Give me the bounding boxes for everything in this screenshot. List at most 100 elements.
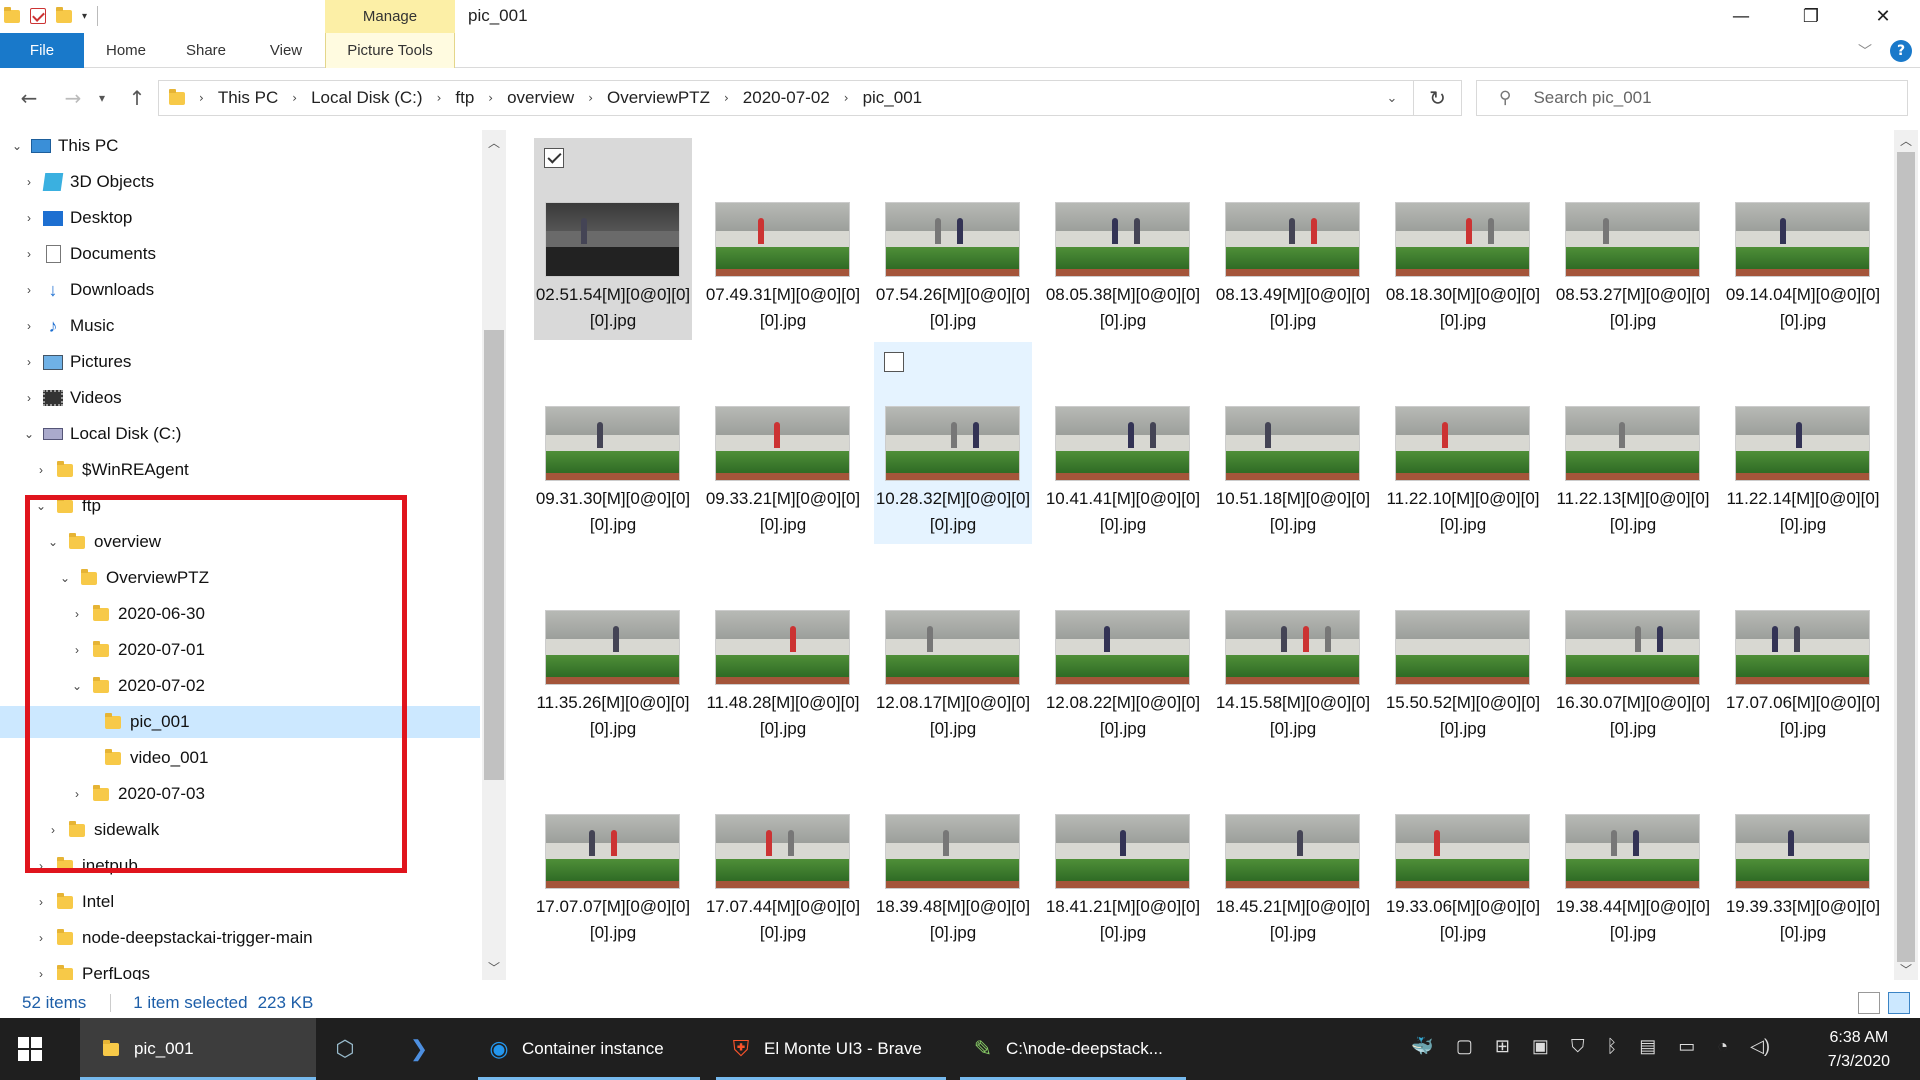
- collapsed-chevron-icon[interactable]: ›: [20, 211, 38, 225]
- new-folder-icon[interactable]: [56, 6, 72, 23]
- collapsed-chevron-icon[interactable]: ›: [20, 391, 38, 405]
- taskbar-item-powershell[interactable]: ❯: [404, 1018, 448, 1080]
- file-tile[interactable]: 11.22.13[M][0@0][0][0].jpg: [1554, 342, 1712, 544]
- tree-item[interactable]: › node-deepstackai-trigger-main: [0, 922, 480, 954]
- file-tile[interactable]: 08.13.49[M][0@0][0][0].jpg: [1214, 138, 1372, 340]
- expanded-chevron-icon[interactable]: ⌄: [20, 427, 38, 441]
- breadcrumb-chevron-icon[interactable]: ›: [724, 91, 729, 105]
- file-tile[interactable]: 10.41.41[M][0@0][0][0].jpg: [1044, 342, 1202, 544]
- file-tile[interactable]: 19.33.06[M][0@0][0][0].jpg: [1384, 750, 1542, 952]
- select-checkbox[interactable]: [544, 148, 564, 168]
- breadcrumb-chevron-icon[interactable]: ›: [844, 91, 849, 105]
- refresh-button[interactable]: ↻: [1414, 80, 1462, 116]
- collapsed-chevron-icon[interactable]: ›: [32, 463, 50, 477]
- breadcrumb-date[interactable]: 2020-07-02: [743, 88, 830, 108]
- breadcrumb-local-disk[interactable]: Local Disk (C:): [311, 88, 422, 108]
- minimize-button[interactable]: —: [1706, 0, 1776, 33]
- volume-icon[interactable]: ◁): [1750, 1036, 1770, 1057]
- maximize-button[interactable]: ❐: [1776, 0, 1846, 33]
- forward-button[interactable]: →: [58, 83, 88, 113]
- scroll-up-arrow-icon[interactable]: ︿: [482, 134, 506, 151]
- window-tray-icon[interactable]: ▢: [1456, 1036, 1473, 1057]
- file-tile[interactable]: 11.22.14[M][0@0][0][0].jpg: [1724, 342, 1882, 544]
- tab-view[interactable]: View: [256, 33, 316, 68]
- file-tile[interactable]: 16.30.07[M][0@0][0][0].jpg: [1554, 546, 1712, 748]
- breadcrumb-chevron-icon[interactable]: ›: [437, 91, 442, 105]
- tree-item[interactable]: › Documents: [0, 238, 480, 270]
- file-tile[interactable]: 19.39.33[M][0@0][0][0].jpg: [1724, 750, 1882, 952]
- file-tile[interactable]: 07.54.26[M][0@0][0][0].jpg: [874, 138, 1032, 340]
- collapsed-chevron-icon[interactable]: ›: [20, 355, 38, 369]
- tree-item[interactable]: › ↓ Downloads: [0, 274, 480, 306]
- collapsed-chevron-icon[interactable]: ›: [20, 319, 38, 333]
- address-bar[interactable]: › This PC › Local Disk (C:) › ftp › over…: [158, 80, 1414, 116]
- taskbar-item-virtualbox[interactable]: ⬡: [330, 1018, 374, 1080]
- file-tile[interactable]: 07.49.31[M][0@0][0][0].jpg: [704, 138, 862, 340]
- tree-item[interactable]: › Videos: [0, 382, 480, 414]
- tree-item[interactable]: › Intel: [0, 886, 480, 918]
- details-view-icon[interactable]: [1858, 992, 1880, 1014]
- security-icon[interactable]: ⛉: [1571, 1036, 1585, 1057]
- breadcrumb-chevron-icon[interactable]: ›: [199, 91, 204, 105]
- breadcrumb-overview[interactable]: overview: [507, 88, 574, 108]
- taskbar-item-brave[interactable]: ⛨ El Monte UI3 - Brave: [716, 1018, 946, 1080]
- bluetooth-icon[interactable]: ᛒ: [1606, 1036, 1617, 1057]
- file-tile[interactable]: 17.07.44[M][0@0][0][0].jpg: [704, 750, 862, 952]
- file-tile[interactable]: 17.07.06[M][0@0][0][0].jpg: [1724, 546, 1882, 748]
- breadcrumb-pic-001[interactable]: pic_001: [863, 88, 923, 108]
- start-button[interactable]: [18, 1018, 58, 1080]
- monitor-icon[interactable]: ▣: [1532, 1036, 1549, 1057]
- breadcrumb-ftp[interactable]: ftp: [455, 88, 474, 108]
- tab-share[interactable]: Share: [176, 33, 236, 68]
- breadcrumb-chevron-icon[interactable]: ›: [488, 91, 493, 105]
- back-button[interactable]: ←: [14, 83, 44, 113]
- select-checkbox[interactable]: [884, 352, 904, 372]
- file-tile[interactable]: 08.53.27[M][0@0][0][0].jpg: [1554, 138, 1712, 340]
- clock[interactable]: 6:38 AM 7/3/2020: [1828, 1026, 1890, 1074]
- collapsed-chevron-icon[interactable]: ›: [32, 931, 50, 945]
- tree-item[interactable]: › ♪ Music: [0, 310, 480, 342]
- help-icon[interactable]: ?: [1890, 40, 1912, 62]
- scroll-up-arrow-icon[interactable]: ︿: [1894, 132, 1918, 149]
- close-button[interactable]: ✕: [1848, 0, 1918, 33]
- manage-context-tab[interactable]: Manage: [325, 0, 455, 33]
- expand-ribbon-chevron-icon[interactable]: ﹀: [1858, 41, 1872, 61]
- collapsed-chevron-icon[interactable]: ›: [20, 247, 38, 261]
- collapsed-chevron-icon[interactable]: ›: [20, 175, 38, 189]
- file-tile[interactable]: 02.51.54[M][0@0][0][0].jpg: [534, 138, 692, 340]
- tree-item[interactable]: › $WinREAgent: [0, 454, 480, 486]
- display-icon[interactable]: ▤: [1639, 1036, 1656, 1057]
- file-tile[interactable]: 15.50.52[M][0@0][0][0].jpg: [1384, 546, 1542, 748]
- tree-item[interactable]: › PerfLogs: [0, 958, 480, 980]
- file-tile[interactable]: 12.08.22[M][0@0][0][0].jpg: [1044, 546, 1202, 748]
- scrollbar-thumb[interactable]: [484, 330, 504, 780]
- large-icons-view-icon[interactable]: [1888, 992, 1910, 1014]
- scroll-down-arrow-icon[interactable]: ﹀: [1894, 961, 1918, 978]
- collapsed-chevron-icon[interactable]: ›: [20, 283, 38, 297]
- breadcrumb-this-pc[interactable]: This PC: [218, 88, 278, 108]
- file-tile[interactable]: 18.39.48[M][0@0][0][0].jpg: [874, 750, 1032, 952]
- file-tile[interactable]: 10.51.18[M][0@0][0][0].jpg: [1214, 342, 1372, 544]
- collapsed-chevron-icon[interactable]: ›: [32, 967, 50, 980]
- breadcrumb-chevron-icon[interactable]: ›: [588, 91, 593, 105]
- file-tile[interactable]: 09.14.04[M][0@0][0][0].jpg: [1724, 138, 1882, 340]
- taskbar-item-docker[interactable]: ◉ Container instance: [478, 1018, 700, 1080]
- file-tile[interactable]: 08.05.38[M][0@0][0][0].jpg: [1044, 138, 1202, 340]
- taskbar-item-notepad[interactable]: ✎ C:\node-deepstack...: [960, 1018, 1186, 1080]
- scrollbar-thumb[interactable]: [1897, 152, 1915, 962]
- file-tile[interactable]: 09.31.30[M][0@0][0][0].jpg: [534, 342, 692, 544]
- file-tile[interactable]: 10.28.32[M][0@0][0][0].jpg: [874, 342, 1032, 544]
- file-tile[interactable]: 12.08.17[M][0@0][0][0].jpg: [874, 546, 1032, 748]
- breadcrumb-overviewptz[interactable]: OverviewPTZ: [607, 88, 710, 108]
- file-tile[interactable]: 09.33.21[M][0@0][0][0].jpg: [704, 342, 862, 544]
- file-tile[interactable]: 14.15.58[M][0@0][0][0].jpg: [1214, 546, 1372, 748]
- taskbar-item-explorer[interactable]: pic_001: [80, 1018, 316, 1080]
- tree-item[interactable]: ⌄ Local Disk (C:): [0, 418, 480, 450]
- wifi-icon[interactable]: ◔: [1717, 1036, 1728, 1057]
- file-tile[interactable]: 18.45.21[M][0@0][0][0].jpg: [1214, 750, 1372, 952]
- address-history-chevron-icon[interactable]: ⌄: [1372, 80, 1412, 116]
- up-button[interactable]: ↑: [122, 83, 152, 113]
- tree-item[interactable]: › Pictures: [0, 346, 480, 378]
- file-tile[interactable]: 11.35.26[M][0@0][0][0].jpg: [534, 546, 692, 748]
- properties-icon[interactable]: [30, 8, 46, 24]
